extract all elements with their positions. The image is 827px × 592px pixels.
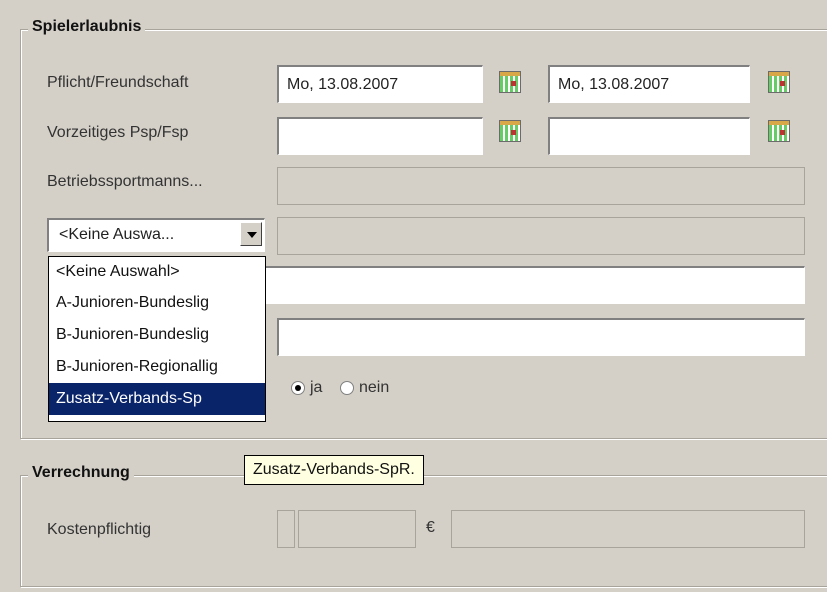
radio-nein-label: nein: [359, 379, 390, 396]
dropdown-option[interactable]: B-Junioren-Regionallig: [49, 351, 265, 383]
spielerlaubnis-title: Spielerlaubnis: [28, 18, 146, 36]
dropdown-option-selected[interactable]: Zusatz-Verbands-Sp: [49, 383, 265, 415]
kosten-detail-field: [451, 510, 805, 548]
dropdown-option[interactable]: A-Junioren-Bundeslig: [49, 287, 265, 319]
tooltip: Zusatz-Verbands-SpR.: [244, 455, 424, 485]
calendar-icon[interactable]: [768, 71, 790, 93]
league-detail-field: [277, 217, 805, 255]
radio-nein[interactable]: [340, 381, 354, 395]
league-select[interactable]: <Keine Auswa...: [47, 218, 265, 252]
radio-ja[interactable]: [291, 381, 305, 395]
betriebssport-field: [277, 167, 805, 205]
pflicht-date-from-field[interactable]: Mo, 13.08.2007: [277, 65, 483, 103]
calendar-icon[interactable]: [499, 120, 521, 142]
radio-ja-label: ja: [310, 379, 323, 396]
kosten-amount-field: [298, 510, 416, 548]
vorzeitiges-date-from-field[interactable]: [277, 117, 483, 155]
extra-field-1[interactable]: [250, 266, 805, 304]
pflicht-date-to-field[interactable]: Mo, 13.08.2007: [548, 65, 750, 103]
pflicht-freundschaft-label: Pflicht/Freundschaft: [47, 74, 189, 91]
currency-symbol: €: [426, 519, 435, 536]
verrechnung-title: Verrechnung: [28, 464, 134, 482]
dropdown-option[interactable]: B-Junioren-Bundeslig: [49, 319, 265, 351]
betriebssport-label: Betriebssportmanns...: [47, 173, 203, 190]
kostenpflichtig-label: Kostenpflichtig: [47, 521, 152, 538]
calendar-icon[interactable]: [768, 120, 790, 142]
dropdown-option[interactable]: <Keine Auswahl>: [49, 257, 265, 287]
league-dropdown-list: <Keine Auswahl> A-Junioren-Bundeslig B-J…: [48, 256, 266, 422]
league-select-value: <Keine Auswa...: [59, 226, 175, 243]
extra-field-2[interactable]: [277, 318, 805, 356]
vorzeitiges-date-to-field[interactable]: [548, 117, 750, 155]
kosten-checkbox-field: [277, 510, 295, 548]
vorzeitiges-label: Vorzeitiges Psp/Fsp: [47, 124, 189, 141]
chevron-down-icon[interactable]: [240, 222, 262, 246]
calendar-icon[interactable]: [499, 71, 521, 93]
